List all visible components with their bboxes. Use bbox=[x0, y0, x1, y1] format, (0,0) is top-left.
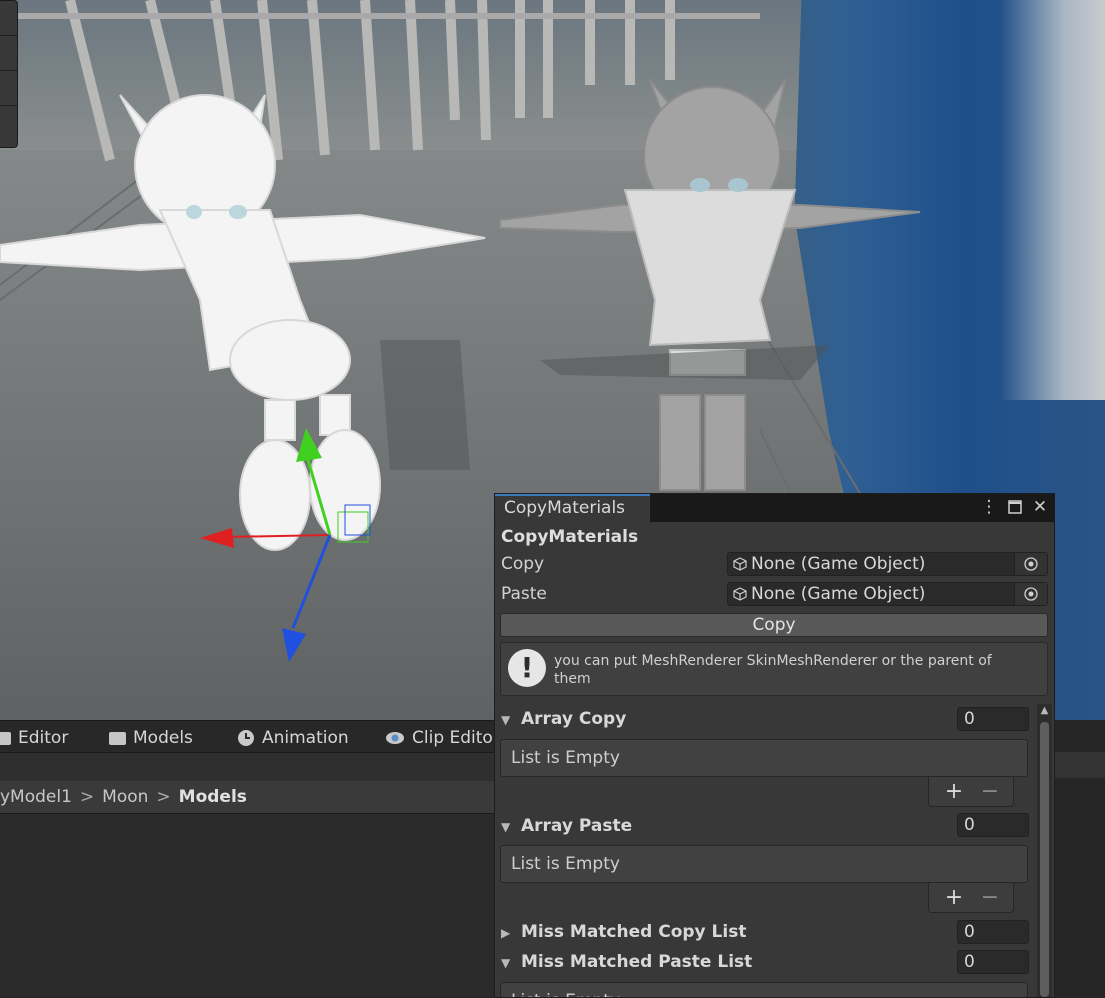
gameobject-icon bbox=[733, 557, 747, 571]
toolbar-slot[interactable] bbox=[0, 36, 17, 71]
white-character bbox=[0, 94, 486, 551]
toolbar-slot[interactable] bbox=[0, 1, 17, 36]
array-size-field[interactable]: 0 bbox=[957, 920, 1029, 944]
copy-label: Copy bbox=[501, 554, 545, 574]
breadcrumb-separator: > bbox=[79, 787, 95, 807]
vertical-scrollbar[interactable]: ▲ bbox=[1037, 704, 1052, 997]
foldout-arrow-icon: ▶ bbox=[501, 926, 511, 940]
foldout-arrow-icon: ▼ bbox=[501, 956, 511, 970]
section-array-paste[interactable]: ▼ Array Paste bbox=[501, 816, 632, 836]
breadcrumb-item[interactable]: Moon bbox=[102, 787, 148, 807]
folder-icon bbox=[0, 731, 11, 745]
right-panel-strip bbox=[1052, 720, 1105, 996]
window-tab[interactable]: CopyMaterials bbox=[495, 494, 650, 522]
breadcrumb-current[interactable]: Models bbox=[179, 787, 247, 807]
empty-list: List is Empty bbox=[500, 845, 1028, 883]
object-picker-icon[interactable] bbox=[1014, 553, 1047, 575]
clock-icon bbox=[238, 730, 254, 746]
remove-button[interactable]: − bbox=[978, 885, 1002, 910]
toolbar-slot[interactable] bbox=[0, 106, 17, 140]
paste-label: Paste bbox=[501, 584, 547, 604]
empty-list: List is Empty bbox=[500, 739, 1028, 777]
more-options-icon[interactable]: ⋮ bbox=[979, 497, 999, 517]
remove-button[interactable]: − bbox=[978, 779, 1002, 804]
copy-object-field[interactable]: None (Game Object) bbox=[727, 552, 1048, 576]
close-icon[interactable]: ✕ bbox=[1030, 497, 1050, 517]
scroll-thumb[interactable] bbox=[1040, 722, 1049, 997]
foldout-arrow-icon: ▼ bbox=[501, 713, 511, 727]
copy-button[interactable]: Copy bbox=[500, 613, 1048, 637]
section-miss-matched-paste[interactable]: ▼ Miss Matched Paste List bbox=[501, 952, 752, 972]
scroll-up-icon[interactable]: ▲ bbox=[1037, 704, 1052, 718]
help-message: you can put MeshRenderer SkinMeshRendere… bbox=[554, 653, 992, 687]
foldout-arrow-icon: ▼ bbox=[501, 820, 511, 834]
array-size-field[interactable]: 0 bbox=[957, 813, 1029, 837]
paste-object-field[interactable]: None (Game Object) bbox=[727, 582, 1048, 606]
help-box: ! you can put MeshRenderer SkinMeshRende… bbox=[500, 642, 1048, 696]
window-tab-bar: CopyMaterials ⋮ ✕ bbox=[495, 494, 1054, 522]
add-button[interactable]: + bbox=[942, 885, 966, 910]
copy-materials-window: CopyMaterials ⋮ ✕ CopyMaterials Copy Non… bbox=[494, 493, 1055, 998]
array-size-field[interactable]: 0 bbox=[957, 707, 1029, 731]
tab-editor[interactable]: Editor bbox=[0, 727, 68, 749]
warning-icon: ! bbox=[508, 649, 546, 687]
section-miss-matched-copy[interactable]: ▶ Miss Matched Copy List bbox=[501, 922, 746, 942]
object-picker-icon[interactable] bbox=[1014, 583, 1047, 605]
window-title: CopyMaterials bbox=[501, 527, 639, 547]
folder-icon bbox=[109, 731, 126, 745]
gameobject-icon bbox=[733, 587, 747, 601]
eye-icon bbox=[386, 732, 404, 744]
list-add-remove: + − bbox=[928, 777, 1014, 807]
array-size-field[interactable]: 0 bbox=[957, 950, 1029, 974]
maximize-icon[interactable] bbox=[1005, 497, 1025, 517]
add-button[interactable]: + bbox=[942, 779, 966, 804]
list-add-remove: + − bbox=[928, 883, 1014, 913]
project-content[interactable] bbox=[0, 814, 500, 996]
breadcrumb: yModel1 > Moon > Models bbox=[0, 781, 500, 814]
tab-models[interactable]: Models bbox=[109, 727, 193, 749]
section-array-copy[interactable]: ▼ Array Copy bbox=[501, 709, 626, 729]
breadcrumb-item[interactable]: yModel1 bbox=[0, 787, 72, 807]
tab-animation[interactable]: Animation bbox=[237, 727, 349, 749]
scene-side-toolbar[interactable] bbox=[0, 0, 18, 148]
breadcrumb-separator: > bbox=[156, 787, 171, 807]
project-toolbar bbox=[0, 752, 500, 782]
project-tab-bar: Editor Models Animation Clip Editor bbox=[0, 720, 500, 753]
tab-clip-editor[interactable]: Clip Editor bbox=[385, 727, 500, 749]
toolbar-slot[interactable] bbox=[0, 71, 17, 106]
